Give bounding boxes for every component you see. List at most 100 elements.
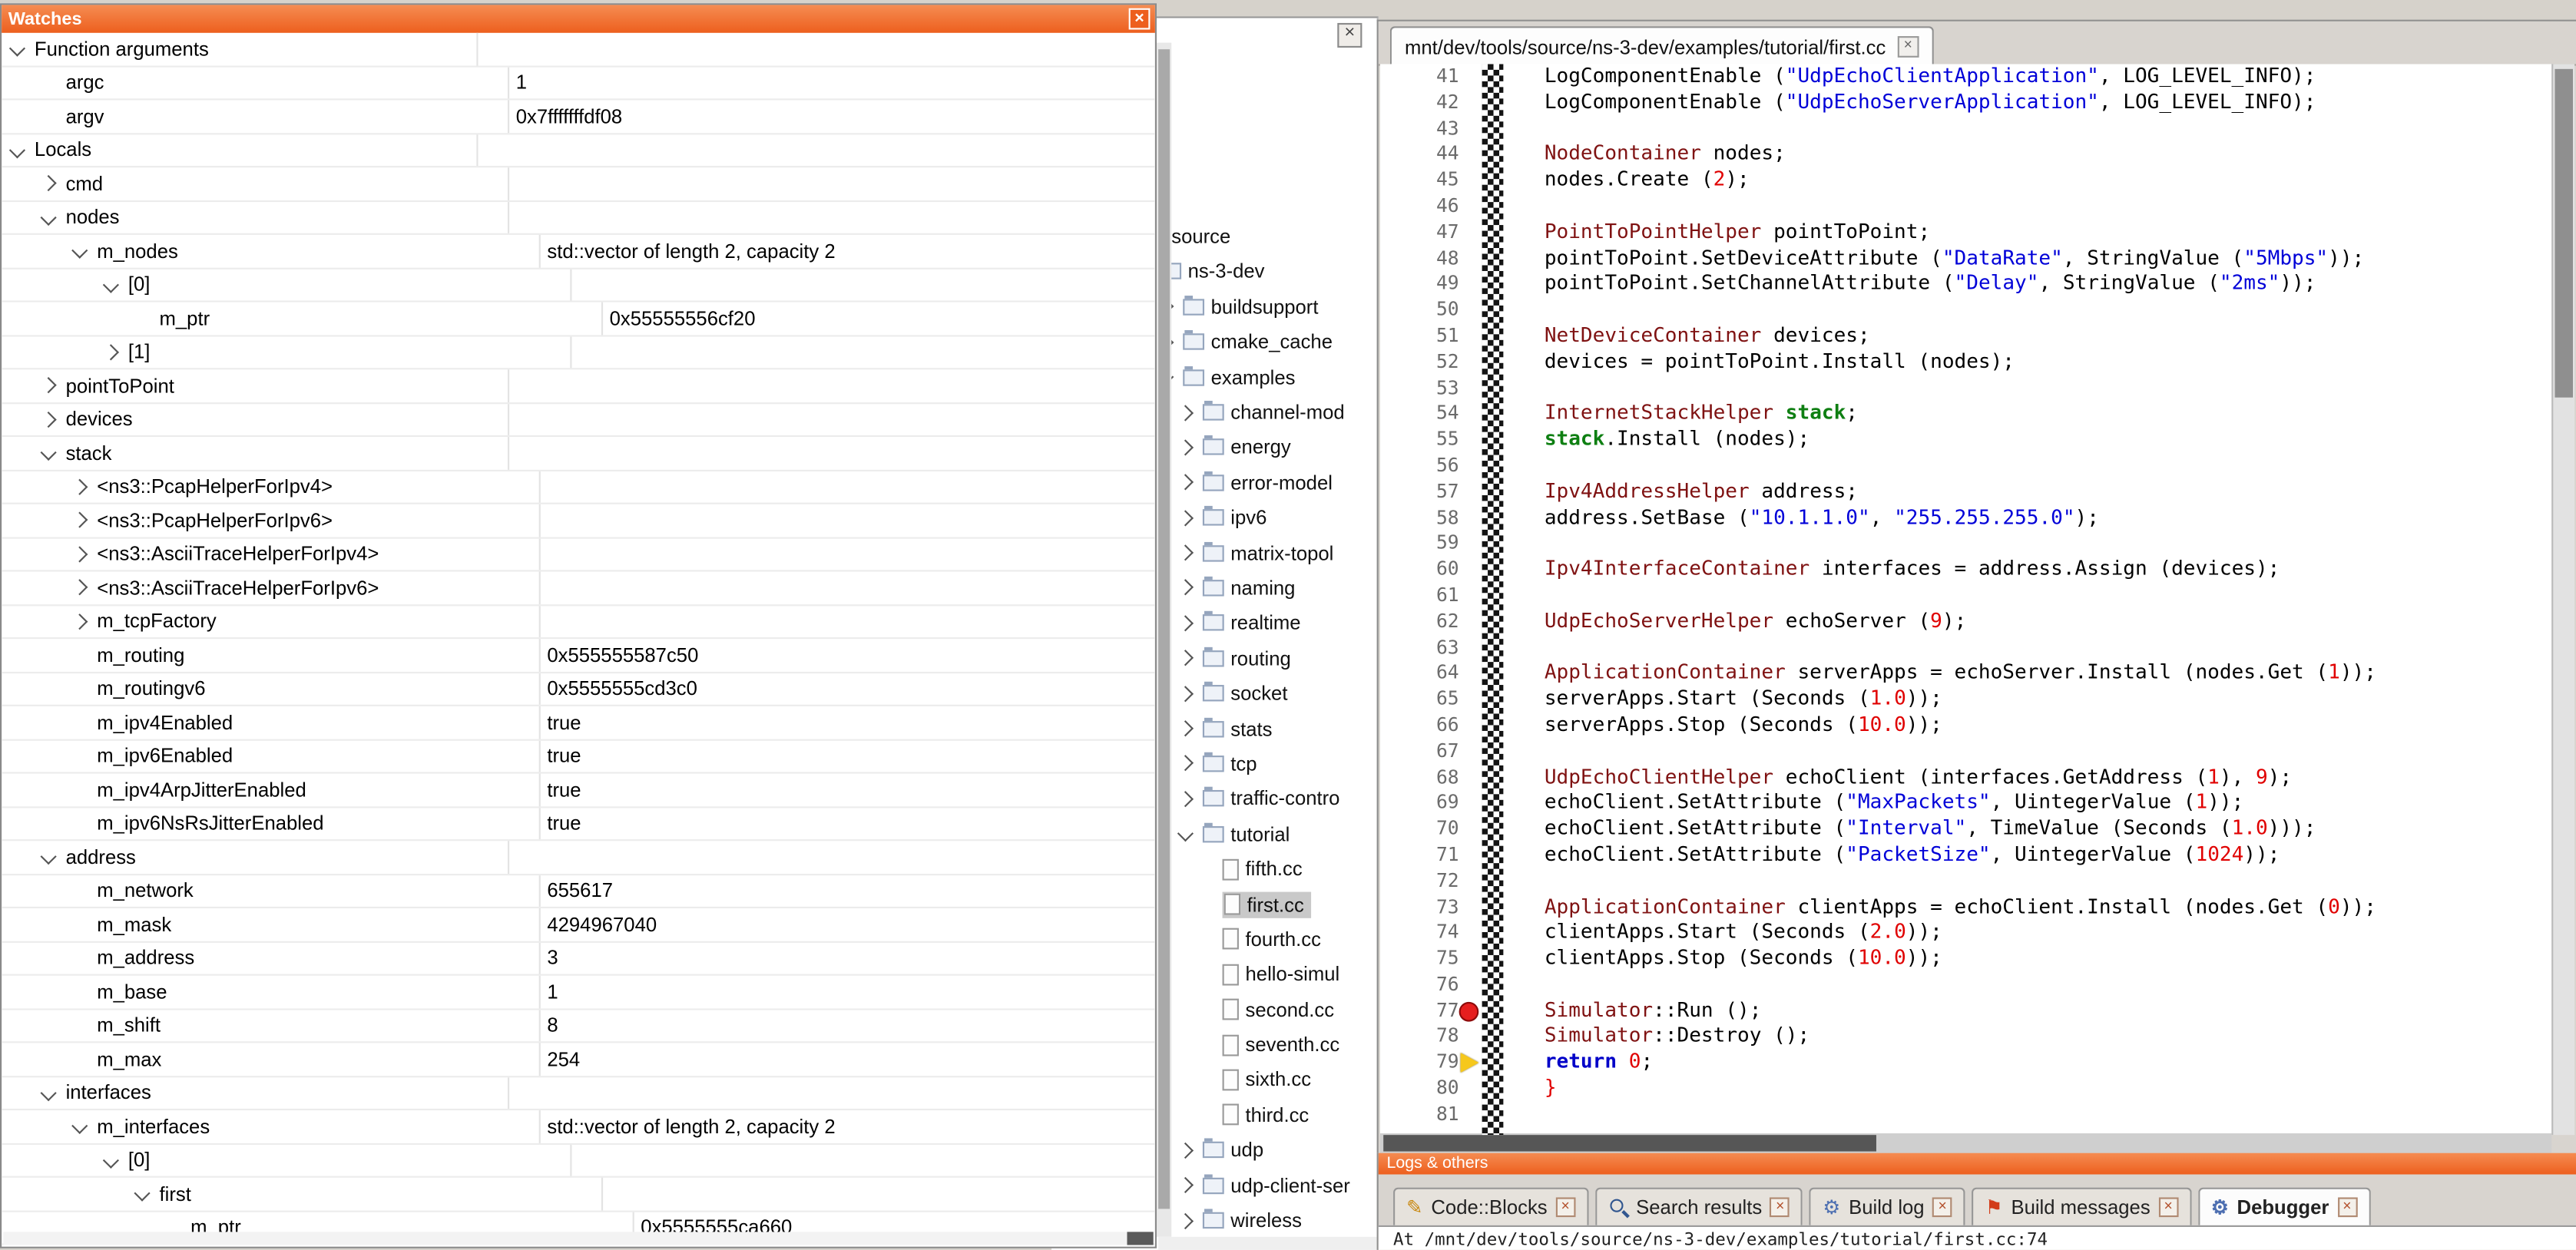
- watch-row[interactable]: m_network655617: [2, 875, 1155, 908]
- line-number[interactable]: 52: [1380, 349, 1462, 375]
- expand-arrow-icon[interactable]: [71, 478, 88, 494]
- watch-row[interactable]: m_base1: [2, 976, 1155, 1010]
- collapse-arrow-icon[interactable]: [71, 243, 88, 259]
- watch-row[interactable]: Locals: [2, 134, 1155, 167]
- watch-row[interactable]: argv0x7fffffffdf08: [2, 100, 1155, 134]
- line-number[interactable]: 72: [1380, 868, 1462, 895]
- line-number[interactable]: 63: [1380, 635, 1462, 661]
- line-number[interactable]: 49: [1380, 272, 1462, 298]
- collapse-arrow-icon[interactable]: [1177, 826, 1194, 842]
- watch-row[interactable]: nodes: [2, 201, 1155, 235]
- collapse-arrow-icon[interactable]: [41, 1085, 57, 1101]
- expand-arrow-icon[interactable]: [41, 378, 57, 394]
- watch-row[interactable]: m_tcpFactory: [2, 605, 1155, 639]
- breakpoint-marker[interactable]: [1459, 1001, 1479, 1021]
- expand-arrow-icon[interactable]: [71, 613, 88, 630]
- expand-arrow-icon[interactable]: [1177, 1212, 1194, 1229]
- expand-arrow-icon[interactable]: [71, 546, 88, 562]
- tab-close-icon[interactable]: ×: [1555, 1197, 1575, 1217]
- expand-arrow-icon[interactable]: [71, 580, 88, 596]
- watch-row[interactable]: devices: [2, 403, 1155, 437]
- projects-horizontal-scrollbar[interactable]: [1158, 1237, 1377, 1250]
- tab-debugger[interactable]: ⚙Debugger×: [2198, 1188, 2370, 1225]
- line-number[interactable]: 81: [1380, 1102, 1462, 1128]
- collapse-arrow-icon[interactable]: [41, 445, 57, 461]
- watch-row[interactable]: [0]: [2, 1144, 1155, 1178]
- watch-row[interactable]: <ns3::PcapHelperForIpv6>: [2, 504, 1155, 538]
- line-number[interactable]: 71: [1380, 842, 1462, 868]
- watch-row[interactable]: interfaces: [2, 1076, 1155, 1110]
- marker-margin[interactable]: [1482, 64, 1504, 1135]
- collapse-arrow-icon[interactable]: [41, 849, 57, 865]
- line-number[interactable]: 65: [1380, 686, 1462, 713]
- expand-arrow-icon[interactable]: [41, 175, 57, 191]
- expand-arrow-icon[interactable]: [1177, 1142, 1194, 1158]
- watch-row[interactable]: cmd: [2, 167, 1155, 201]
- expand-arrow-icon[interactable]: [1177, 580, 1194, 596]
- line-number[interactable]: 55: [1380, 428, 1462, 454]
- line-number[interactable]: 59: [1380, 531, 1462, 557]
- watch-row[interactable]: address: [2, 841, 1155, 875]
- line-number[interactable]: 64: [1380, 661, 1462, 687]
- expand-arrow-icon[interactable]: [1177, 720, 1194, 736]
- editor-tab-close-icon[interactable]: ×: [1897, 36, 1919, 58]
- expand-arrow-icon[interactable]: [1177, 615, 1194, 631]
- expand-arrow-icon[interactable]: [1177, 544, 1194, 561]
- expand-arrow-icon[interactable]: [1177, 756, 1194, 772]
- line-number[interactable]: 70: [1380, 816, 1462, 842]
- expand-arrow-icon[interactable]: [1177, 650, 1194, 666]
- watch-row[interactable]: m_max254: [2, 1043, 1155, 1076]
- line-number[interactable]: 61: [1380, 583, 1462, 609]
- line-number[interactable]: 47: [1380, 220, 1462, 246]
- expand-arrow-icon[interactable]: [1177, 791, 1194, 807]
- watch-row[interactable]: [0]: [2, 269, 1155, 303]
- collapse-arrow-icon[interactable]: [9, 142, 25, 158]
- line-number[interactable]: 45: [1380, 168, 1462, 194]
- scrollbar-thumb[interactable]: [1158, 49, 1170, 1209]
- scrollbar-thumb[interactable]: [1383, 1135, 1876, 1151]
- tab-build-log[interactable]: ⚙Build log×: [1809, 1188, 1965, 1225]
- line-number[interactable]: 51: [1380, 323, 1462, 349]
- editor-horizontal-scrollbar[interactable]: [1380, 1133, 2551, 1153]
- line-number[interactable]: 44: [1380, 142, 1462, 168]
- watches-titlebar[interactable]: Watches ×: [2, 5, 1155, 32]
- line-number[interactable]: 48: [1380, 246, 1462, 272]
- line-number[interactable]: 46: [1380, 193, 1462, 220]
- tab-close-icon[interactable]: ×: [2158, 1197, 2178, 1217]
- line-number[interactable]: 76: [1380, 972, 1462, 998]
- watches-horizontal-scrollbar[interactable]: [3, 1232, 1153, 1245]
- tab-close-icon[interactable]: ×: [2337, 1197, 2357, 1217]
- scrollbar-thumb[interactable]: [1127, 1232, 1153, 1245]
- watch-row[interactable]: m_routingv60x5555555cd3c0: [2, 673, 1155, 706]
- tab-close-icon[interactable]: ×: [1932, 1197, 1952, 1217]
- watch-row[interactable]: pointToPoint: [2, 369, 1155, 403]
- collapse-arrow-icon[interactable]: [41, 209, 57, 225]
- watch-row[interactable]: first: [2, 1178, 1155, 1212]
- line-number[interactable]: 57: [1380, 479, 1462, 505]
- watch-row[interactable]: m_routing0x555555587c50: [2, 639, 1155, 673]
- line-number[interactable]: 43: [1380, 116, 1462, 142]
- line-number[interactable]: 50: [1380, 298, 1462, 324]
- collapse-arrow-icon[interactable]: [103, 1152, 119, 1168]
- line-number[interactable]: 78: [1380, 1024, 1462, 1050]
- watch-row[interactable]: m_mask4294967040: [2, 908, 1155, 942]
- watch-row[interactable]: m_shift8: [2, 1010, 1155, 1043]
- editor-vertical-scrollbar[interactable]: [2551, 64, 2574, 1135]
- line-number[interactable]: 66: [1380, 713, 1462, 739]
- projects-close-button[interactable]: ×: [1337, 23, 1362, 48]
- collapse-arrow-icon[interactable]: [9, 41, 25, 57]
- watch-row[interactable]: m_ipv6Enabledtrue: [2, 740, 1155, 774]
- line-number[interactable]: 79: [1380, 1050, 1462, 1076]
- tab-code-blocks[interactable]: ✎Code::Blocks×: [1393, 1188, 1588, 1225]
- expand-arrow-icon[interactable]: [1177, 1177, 1194, 1193]
- watches-close-button[interactable]: ×: [1129, 8, 1151, 30]
- watch-row[interactable]: stack: [2, 437, 1155, 471]
- watch-row[interactable]: m_ipv4Enabledtrue: [2, 706, 1155, 740]
- scrollbar-thumb[interactable]: [2554, 69, 2573, 398]
- watch-row[interactable]: m_nodesstd::vector of length 2, capacity…: [2, 235, 1155, 269]
- expand-arrow-icon[interactable]: [71, 512, 88, 528]
- line-number[interactable]: 77: [1380, 998, 1462, 1024]
- expand-arrow-icon[interactable]: [1177, 404, 1194, 420]
- line-number[interactable]: 42: [1380, 90, 1462, 116]
- collapse-arrow-icon[interactable]: [103, 276, 119, 293]
